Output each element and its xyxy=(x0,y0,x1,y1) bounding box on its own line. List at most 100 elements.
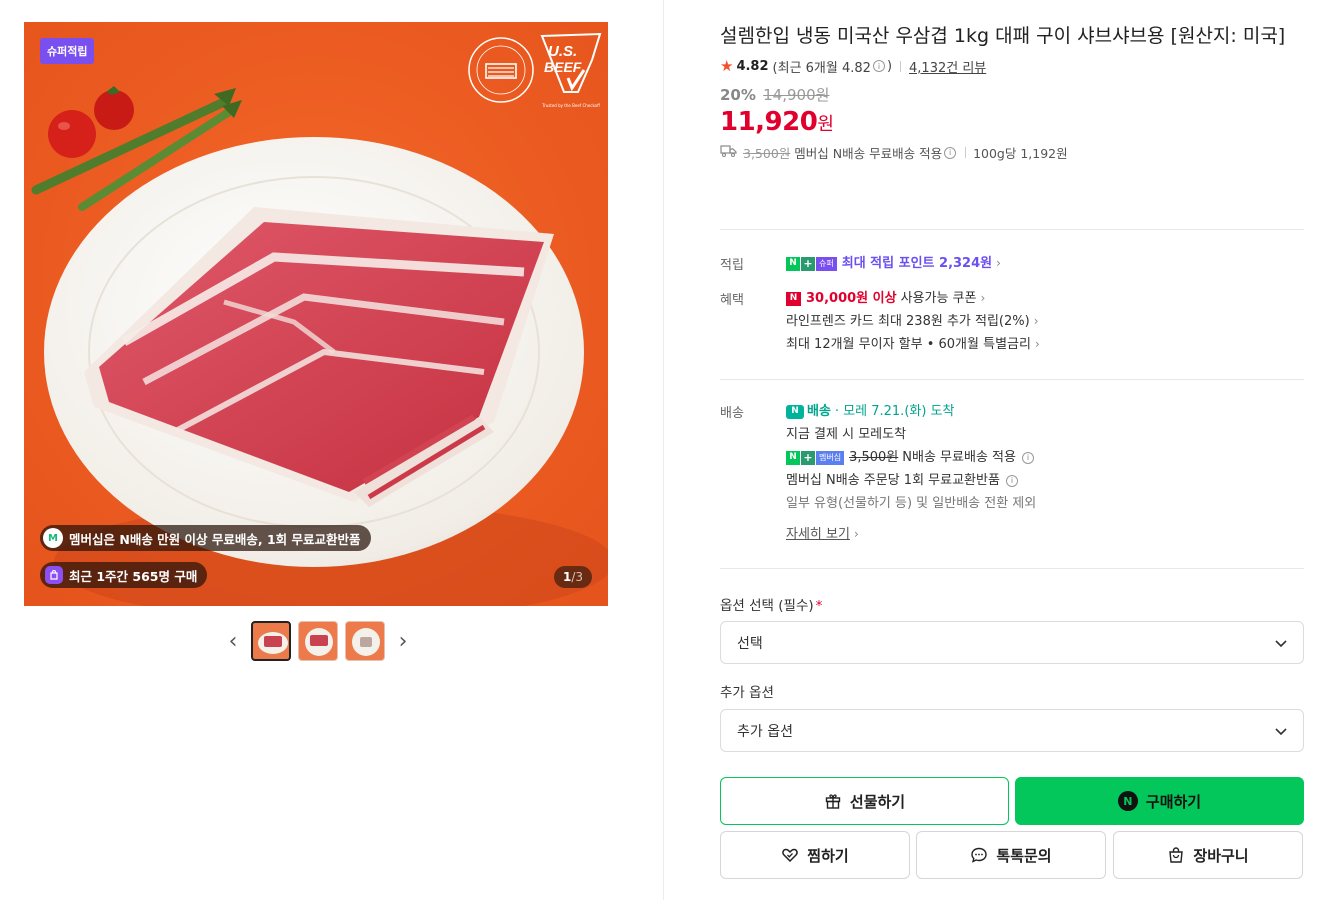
chevron-down-icon xyxy=(1275,639,1287,647)
buy-button[interactable]: N 구매하기 xyxy=(1015,777,1304,825)
member-free-row: N + 멤버십 3,500원 N배송 무료배송 적용 i xyxy=(786,446,1304,469)
extra-option-value: 추가 옵션 xyxy=(737,723,793,740)
extra-option-label: 추가 옵션 xyxy=(720,685,774,701)
n-plus-super-tag: N + 슈퍼 xyxy=(786,256,837,271)
shopping-bag-icon xyxy=(1169,847,1184,863)
us-beef-tagline: Trusted by the Beef Checkoff xyxy=(542,103,600,108)
reviews-link[interactable]: 4,132건 리뷰 xyxy=(909,57,986,76)
n-tag-n: N xyxy=(786,256,800,271)
coupon-row[interactable]: N 30,000원 이상 사용가능 쿠폰 › xyxy=(786,287,1304,310)
image-counter: 1 /3 xyxy=(553,566,592,588)
n-tag-plus: + xyxy=(801,256,815,271)
installment-row[interactable]: 최대 12개월 무이자 할부 • 60개월 특별금리 › xyxy=(786,333,1304,356)
super-points-badge: 슈퍼적립 xyxy=(40,38,95,64)
price-unit: 원 xyxy=(817,114,834,135)
n-tag-plus: + xyxy=(801,450,815,465)
section-divider xyxy=(720,568,1304,569)
thumbnail-3[interactable] xyxy=(345,621,385,661)
thumbnail-strip: ‹ › xyxy=(222,621,414,661)
extra-option-select[interactable]: 추가 옵션 xyxy=(720,709,1304,752)
unit-price: 100g당 1,192원 xyxy=(973,146,1068,161)
discount-rate: 20% xyxy=(720,86,756,104)
price-row: 11,920원 xyxy=(720,107,1304,137)
truck-icon xyxy=(720,145,737,160)
perks-label: 혜택 xyxy=(720,293,744,308)
member-free-text: N배송 무료배송 적용 xyxy=(902,450,1016,465)
cart-button[interactable]: 장바구니 xyxy=(1113,831,1303,879)
shipping-fee-original: 3,500원 xyxy=(743,146,791,161)
image-counter-total: /3 xyxy=(571,570,583,584)
recent-purchase-pill: 최근 1주간 565명 구매 xyxy=(40,562,208,588)
chevron-down-icon xyxy=(1275,727,1287,735)
column-divider xyxy=(663,0,664,900)
coupon-text: 사용가능 쿠폰 xyxy=(900,291,977,306)
pay-now-row: 지금 결제 시 모레도착 xyxy=(786,423,1304,446)
rating-recent-close: ) xyxy=(886,58,893,74)
product-image-gallery[interactable]: 슈퍼적립 U.S. BEEF Trusted by the Beef Check… xyxy=(24,22,608,606)
section-divider xyxy=(720,229,1304,230)
arrival-row: N 배송 · 모레 7.21.(화) 도착 xyxy=(786,400,1304,423)
required-option-label: 옵션 선택 (필수) * xyxy=(720,594,822,614)
required-option-select[interactable]: 선택 xyxy=(720,621,1304,664)
thumbnail-1[interactable] xyxy=(251,621,291,661)
rating-score: 4.82 xyxy=(736,58,769,74)
required-mark: * xyxy=(815,598,823,614)
membership-icon: M xyxy=(43,528,63,548)
member-ship-strike: 3,500원 xyxy=(849,450,899,465)
installment-text: 최대 12개월 무이자 할부 • 60개월 특별금리 xyxy=(786,337,1031,352)
membership-promo-pill: M 멤버십은 N배송 만원 이상 무료배송, 1회 무료교환반품 xyxy=(40,525,371,551)
original-price: 14,900원 xyxy=(763,86,830,104)
us-meat-logo xyxy=(466,34,536,106)
info-icon[interactable]: i xyxy=(872,60,885,72)
thumbnail-next-icon[interactable]: › xyxy=(392,621,414,661)
talk-inquiry-button-label: 톡톡문의 xyxy=(996,846,1052,865)
membership-promo-text: 멤버십은 N배송 만원 이상 무료배송, 1회 무료교환반품 xyxy=(69,531,361,547)
n-plus-member-tag: N + 멤버십 xyxy=(786,450,845,465)
separator xyxy=(900,60,902,72)
n-delivery-badge: N 배송 xyxy=(786,400,831,423)
cart-button-label: 장바구니 xyxy=(1193,846,1249,865)
star-icon: ★ xyxy=(720,57,734,75)
product-info: 설렘한입 냉동 미국산 우삼겹 1kg 대패 구이 샤브샤브용 [원산지: 미국… xyxy=(720,22,1304,162)
thumbnail-prev-icon[interactable]: ‹ xyxy=(222,621,244,661)
chat-bubble-icon xyxy=(971,847,988,863)
exchange-text: 멤버십 N배송 주문당 1회 무료교환반품 xyxy=(786,473,1000,488)
naver-coupon-icon: N xyxy=(786,291,801,306)
naver-pay-icon: N xyxy=(1117,791,1138,811)
max-points-row[interactable]: N + 슈퍼 최대 적립 포인트 2,324원 › xyxy=(786,252,1304,275)
info-icon[interactable]: i xyxy=(1005,474,1018,487)
delivery-label: 배송 xyxy=(720,406,744,421)
points-label: 적립 xyxy=(720,258,744,273)
svg-text:U.S.: U.S. xyxy=(548,43,577,60)
rating-row: ★ 4.82 (최근 6개월 4.82 i ) 4,132건 리뷰 xyxy=(720,56,1304,76)
gift-button-label: 선물하기 xyxy=(849,792,906,811)
max-points-text: 최대 적립 포인트 2,324원 xyxy=(841,256,993,271)
exclude-text: 일부 유형(선물하기 등) 및 일반배송 전환 제외 xyxy=(786,496,1037,511)
chevron-right-icon: › xyxy=(980,291,986,305)
buy-button-label: 구매하기 xyxy=(1145,792,1202,811)
shipping-info-icon[interactable]: i xyxy=(944,146,957,159)
heart-icon xyxy=(782,848,799,863)
detail-link[interactable]: 자세히 보기 xyxy=(786,523,850,546)
wishlist-button-label: 찜하기 xyxy=(807,846,849,865)
perks-body: N 30,000원 이상 사용가능 쿠폰 › 라인프렌즈 카드 최대 238원 … xyxy=(786,287,1304,356)
shipping-free-text: 멤버십 N배송 무료배송 적용 xyxy=(794,146,943,161)
exchange-row: 멤버십 N배송 주문당 1회 무료교환반품 i xyxy=(786,469,1304,492)
n-delivery-icon: N xyxy=(786,404,804,419)
gift-button[interactable]: 선물하기 xyxy=(720,777,1009,825)
thumbnail-2[interactable] xyxy=(298,621,338,661)
section-divider xyxy=(720,379,1304,380)
exclude-row: 일부 유형(선물하기 등) 및 일반배송 전환 제외 xyxy=(786,492,1304,515)
card-points-text: 라인프렌즈 카드 최대 238원 추가 적립(2%) xyxy=(786,314,1030,329)
discount-row: 20% 14,900원 xyxy=(720,84,1304,105)
recent-purchase-text: 최근 1주간 565명 구매 xyxy=(69,568,198,584)
chevron-right-icon: › xyxy=(1033,314,1039,328)
required-option-value: 선택 xyxy=(737,635,763,652)
info-icon[interactable]: i xyxy=(1021,451,1034,464)
chevron-right-icon: › xyxy=(996,256,1001,270)
card-points-row[interactable]: 라인프렌즈 카드 최대 238원 추가 적립(2%) › xyxy=(786,310,1304,333)
detail-row[interactable]: 자세히 보기 › xyxy=(786,523,1304,546)
rating-recent: (최근 6개월 4.82 xyxy=(772,60,871,76)
wishlist-button[interactable]: 찜하기 xyxy=(720,831,910,879)
talk-inquiry-button[interactable]: 톡톡문의 xyxy=(916,831,1106,879)
